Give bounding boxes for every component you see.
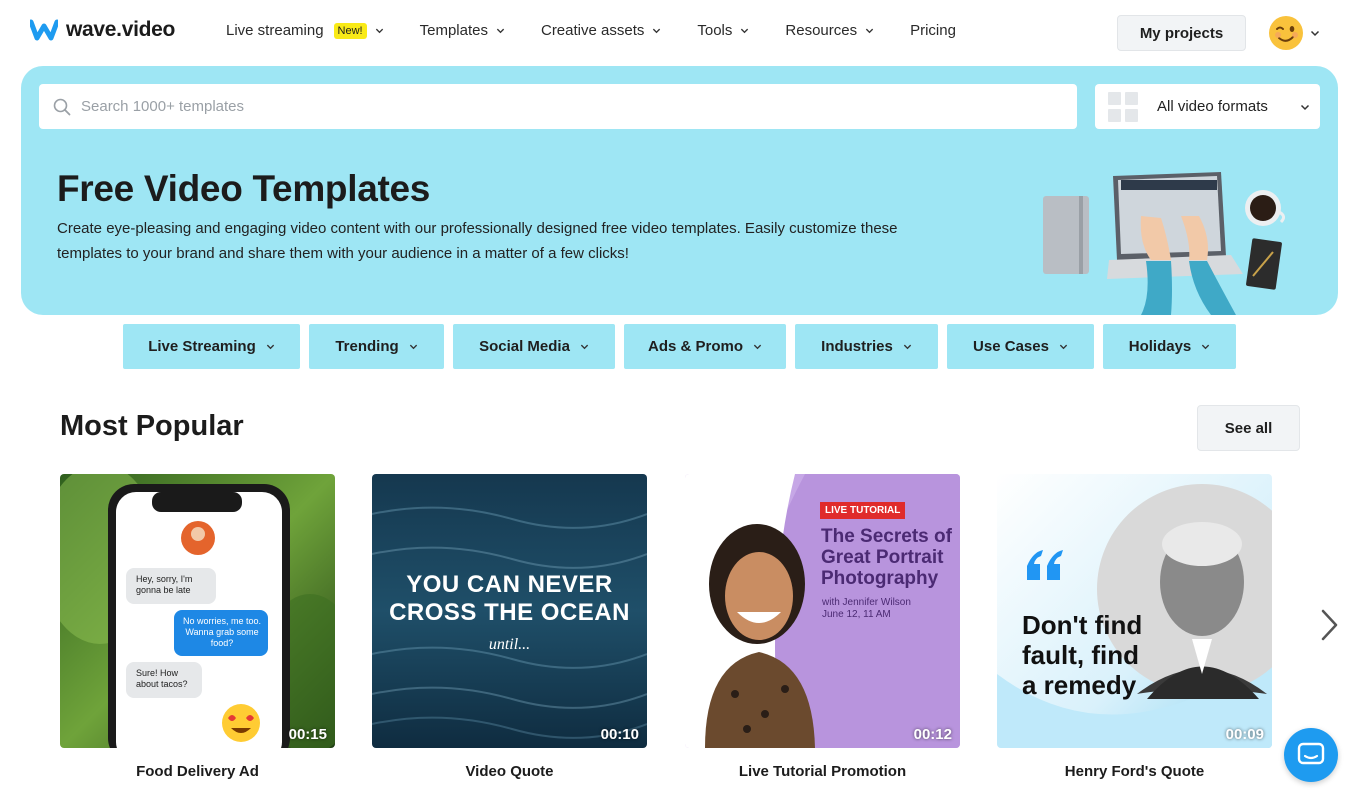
chat-bubble-text: Sure! How about tacos? — [136, 668, 188, 689]
category-holidays[interactable]: Holidays — [1103, 324, 1236, 369]
main-nav: Live streaming New! Templates Creative a… — [226, 22, 992, 39]
live-tag: LIVE TUTORIAL — [825, 505, 901, 516]
chevron-down-icon — [375, 28, 383, 34]
quote-headline: CROSS THE OCEAN — [389, 599, 630, 626]
nav-label: Live streaming — [226, 22, 324, 39]
chevron-down-icon — [1202, 344, 1210, 350]
category-label: Industries — [821, 338, 893, 355]
laptop-workspace-illustration — [1043, 172, 1286, 315]
winking-face-icon[interactable] — [1268, 15, 1304, 51]
category-label: Live Streaming — [148, 338, 256, 355]
template-title[interactable]: Henry Ford's Quote — [997, 763, 1272, 780]
chevron-down-icon[interactable] — [1310, 28, 1320, 38]
new-badge: New! — [333, 22, 367, 39]
quote-line: Don't find — [1022, 610, 1143, 640]
hero-banner: All video formats Free Video Templates C… — [21, 66, 1338, 315]
nav-live-streaming[interactable]: Live streaming New! — [226, 22, 384, 39]
tutorial-host: with Jennifer Wilson — [822, 597, 911, 608]
nav-label: Tools — [697, 22, 733, 39]
search-bar[interactable] — [39, 84, 1077, 129]
nav-pricing[interactable]: Pricing — [910, 22, 956, 39]
chevron-down-icon — [741, 28, 749, 34]
template-card-food-delivery[interactable]: Hey, sorry, I'm gonna be late No worries… — [60, 474, 335, 748]
chat-bubble-text: No worries, me too. Wanna grab some food… — [182, 616, 262, 648]
my-projects-button[interactable]: My projects — [1117, 15, 1246, 51]
tutorial-date: June 12, 11 AM — [822, 609, 891, 620]
nav-label: Templates — [419, 22, 488, 39]
search-input[interactable] — [81, 98, 981, 115]
duration-badge: 00:10 — [600, 726, 639, 743]
template-title[interactable]: Live Tutorial Promotion — [685, 763, 960, 780]
see-all-button[interactable]: See all — [1197, 405, 1300, 451]
category-label: Holidays — [1128, 338, 1192, 355]
chevron-down-icon — [580, 344, 589, 350]
grid-icon — [1108, 91, 1138, 122]
category-use-cases[interactable]: Use Cases — [947, 324, 1094, 369]
chevron-down-icon — [266, 344, 274, 350]
nav-creative-assets[interactable]: Creative assets — [541, 22, 661, 39]
duration-badge: 00:12 — [913, 726, 952, 743]
duration-badge: 00:15 — [288, 726, 327, 743]
template-title[interactable]: Video Quote — [372, 763, 647, 780]
nav-templates[interactable]: Templates — [420, 22, 505, 39]
template-thumbnail — [60, 474, 335, 748]
duration-badge: 00:09 — [1225, 726, 1264, 743]
chevron-down-icon — [409, 344, 417, 350]
category-label: Ads & Promo — [647, 338, 743, 355]
logo-text: wave.video — [66, 18, 176, 41]
chevron-down-icon — [1059, 344, 1068, 350]
template-title[interactable]: Food Delivery Ad — [60, 763, 335, 780]
top-navigation-bar: wave.video Live streaming New! Templates… — [0, 0, 1366, 66]
chevron-down-icon — [653, 28, 661, 34]
category-ads-promo[interactable]: Ads & Promo — [624, 324, 786, 369]
chevron-down-icon — [865, 28, 874, 34]
wave-logo-icon — [30, 19, 58, 41]
page-title: Free Video Templates — [57, 168, 431, 209]
chat-support-button[interactable] — [1284, 728, 1338, 782]
nav-resources[interactable]: Resources — [785, 22, 874, 39]
tutorial-title: Photography — [821, 568, 939, 589]
nav-label: Resources — [785, 22, 858, 39]
page-description: Create eye-pleasing and engaging video c… — [57, 220, 898, 262]
search-icon — [53, 98, 71, 115]
category-filter-bar: Live Streaming Trending Social Media Ads… — [123, 324, 1245, 369]
video-format-select[interactable]: All video formats — [1095, 84, 1320, 129]
tutorial-title: The Secrets of — [821, 526, 952, 547]
format-selected-value: All video formats — [1157, 98, 1268, 115]
chevron-down-icon — [496, 28, 505, 34]
section-title: Most Popular — [60, 410, 244, 442]
quote-line: fault, find — [1022, 640, 1139, 670]
category-label: Use Cases — [973, 338, 1049, 355]
logo[interactable]: wave.video — [30, 18, 175, 42]
chevron-down-icon — [903, 344, 911, 350]
chevron-right-icon[interactable] — [1318, 608, 1340, 642]
chevron-down-icon — [1300, 104, 1310, 110]
category-label: Social Media — [479, 338, 570, 355]
chevron-down-icon — [753, 344, 762, 350]
quote-line: a remedy — [1022, 670, 1137, 700]
template-card-henry-ford-quote[interactable]: Don't find fault, find a remedy 00:09 — [997, 474, 1272, 748]
category-industries[interactable]: Industries — [795, 324, 938, 369]
chat-icon — [1297, 742, 1325, 765]
template-card-live-tutorial[interactable]: LIVE TUTORIAL The Secrets of Great Portr… — [685, 474, 960, 748]
category-label: Trending — [335, 338, 399, 355]
tutorial-title: Great Portrait — [821, 547, 944, 568]
quote-headline: YOU CAN NEVER — [406, 571, 613, 598]
quote-subline: until... — [488, 636, 531, 653]
nav-tools[interactable]: Tools — [697, 22, 749, 39]
category-trending[interactable]: Trending — [309, 324, 444, 369]
category-live-streaming[interactable]: Live Streaming — [123, 324, 300, 369]
nav-label: Pricing — [910, 22, 956, 39]
chat-bubble-text: Hey, sorry, I'm gonna be late — [136, 574, 193, 595]
template-card-video-quote[interactable]: YOU CAN NEVER CROSS THE OCEAN until... 0… — [372, 474, 647, 748]
category-social-media[interactable]: Social Media — [453, 324, 615, 369]
nav-label: Creative assets — [540, 22, 645, 39]
